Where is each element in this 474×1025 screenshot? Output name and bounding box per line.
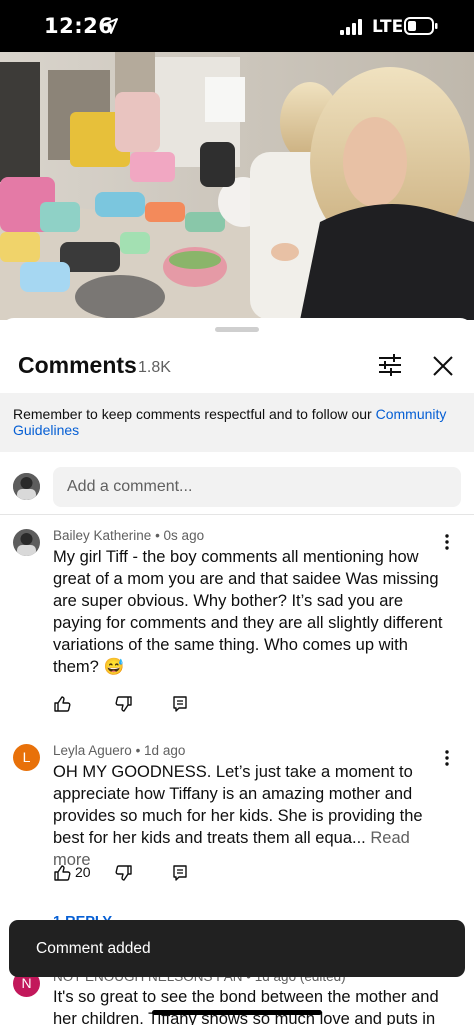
avatar[interactable] <box>13 529 40 556</box>
notice-text: Remember to keep comments respectful and… <box>13 406 376 422</box>
drag-handle[interactable] <box>215 327 259 332</box>
comment-meta: Bailey Katherine • 0s ago <box>53 528 205 543</box>
network-type: LTE <box>372 17 404 37</box>
like-icon[interactable] <box>53 695 71 718</box>
cellular-signal-icon <box>340 19 362 35</box>
toast-notification: Comment added <box>9 920 465 977</box>
home-indicator <box>152 1010 322 1015</box>
dislike-icon[interactable] <box>115 695 133 718</box>
app-screen: 12:26 LTE Comments 1.8K Remember to keep… <box>0 0 474 1025</box>
comment-text-content: OH MY GOODNESS. Let’s just take a moment… <box>53 763 423 847</box>
comment-time: 1d ago <box>144 743 186 758</box>
community-guidelines-notice: Remember to keep comments respectful and… <box>0 393 474 452</box>
location-arrow-icon <box>102 18 118 34</box>
comments-title: Comments <box>18 352 137 378</box>
comment-text: OH MY GOODNESS. Let’s just take a moment… <box>53 761 448 871</box>
divider <box>0 514 474 515</box>
reply-icon[interactable] <box>171 695 189 718</box>
sort-filter-icon[interactable] <box>377 352 403 378</box>
like-count: 20 <box>75 864 91 880</box>
comment-author[interactable]: Bailey Katherine <box>53 528 151 543</box>
reply-icon[interactable] <box>171 864 189 887</box>
comment-author[interactable]: Leyla Aguero <box>53 743 132 758</box>
comment-text: It's so great to see the bond between th… <box>53 988 439 1025</box>
comments-count: 1.8K <box>138 359 171 376</box>
add-comment-input[interactable]: Add a comment... <box>53 467 461 507</box>
video-player[interactable] <box>0 52 474 320</box>
comment-meta: Leyla Aguero • 1d ago <box>53 743 186 758</box>
avatar[interactable]: L <box>13 744 40 771</box>
video-frame-image <box>0 52 474 320</box>
comments-sheet: Comments 1.8K Remember to keep comments … <box>0 318 474 1025</box>
like-icon[interactable] <box>53 864 71 887</box>
close-icon[interactable] <box>430 353 456 379</box>
dislike-icon[interactable] <box>115 864 133 887</box>
battery-icon <box>404 17 438 35</box>
add-comment-row: Add a comment... <box>0 464 474 514</box>
comment-text: My girl Tiff - the boy comments all ment… <box>53 548 443 676</box>
user-avatar <box>13 473 40 500</box>
comment-time: 0s ago <box>163 528 205 543</box>
status-bar: 12:26 LTE <box>0 0 474 52</box>
